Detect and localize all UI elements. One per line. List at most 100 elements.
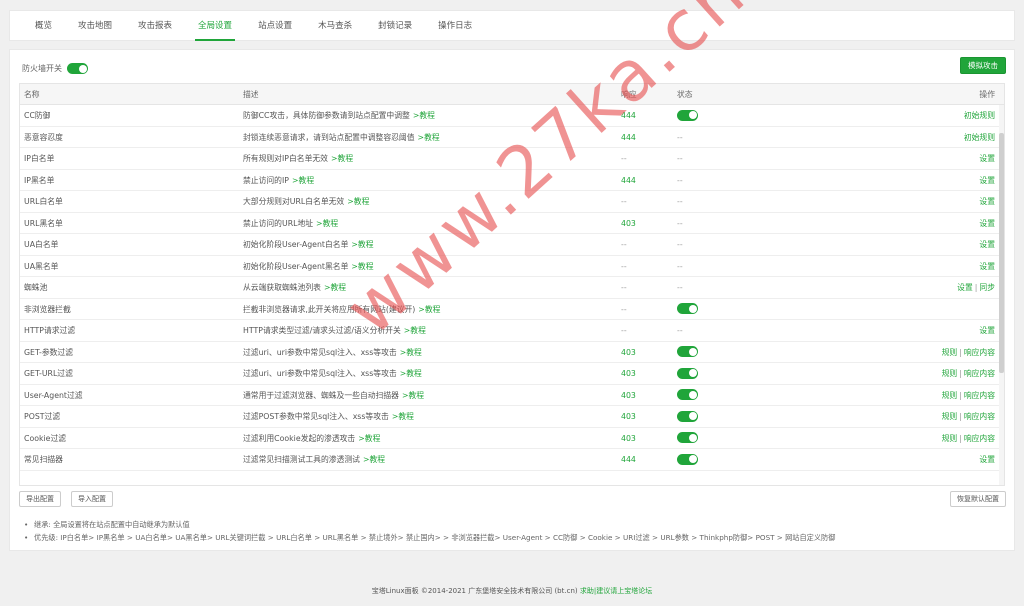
table-row: UA白名单 初始化阶段User-Agent白名单 >教程 -- -- 设置 — [20, 234, 1004, 256]
op-link[interactable]: 设置 — [979, 219, 995, 228]
rule-name: UA白名单 — [24, 240, 59, 249]
op-link[interactable]: 规则 — [942, 434, 958, 443]
status-toggle[interactable] — [677, 410, 698, 422]
tutorial-link[interactable]: >教程 — [402, 391, 424, 400]
status-cell: -- — [677, 148, 683, 169]
tutorial-link[interactable]: >教程 — [363, 455, 385, 464]
tutorial-link[interactable]: >教程 — [413, 111, 435, 120]
op-link[interactable]: 初始规则 — [964, 133, 995, 142]
status-toggle[interactable] — [677, 303, 698, 314]
op-link[interactable]: 响应内容 — [964, 391, 995, 400]
tab-0[interactable]: 概览 — [22, 11, 65, 40]
rule-name: HTTP请求过滤 — [24, 326, 76, 335]
op-link[interactable]: 规则 — [942, 412, 958, 421]
op-link[interactable]: 响应内容 — [964, 412, 995, 421]
restore-default-button[interactable]: 恢复默认配置 — [950, 491, 1006, 507]
rule-description: 拦截非浏览器请求,此开关将应用所有网站(建议开) — [243, 304, 416, 314]
tutorial-link[interactable]: >教程 — [347, 197, 369, 206]
response-code: 444 — [621, 111, 636, 120]
status-toggle[interactable] — [677, 367, 698, 379]
op-link[interactable]: 设置 — [979, 176, 995, 185]
op-link[interactable]: 规则 — [942, 369, 958, 378]
table-header: 名称 描述 响应 状态 操作 — [20, 84, 1004, 105]
op-link[interactable]: 设置 — [957, 283, 973, 292]
response-code: 403 — [621, 433, 636, 443]
op-link[interactable]: 设置 — [979, 455, 995, 464]
op-link[interactable]: 同步 — [979, 283, 995, 292]
tutorial-link[interactable]: >教程 — [404, 326, 426, 335]
tutorial-link[interactable]: >教程 — [418, 305, 440, 314]
tab-2[interactable]: 攻击报表 — [125, 11, 185, 40]
tutorial-link[interactable]: >教程 — [400, 369, 422, 378]
operation-cell: 设置 — [979, 170, 995, 191]
import-config-button[interactable]: 导入配置 — [71, 491, 113, 507]
tab-6[interactable]: 封锁记录 — [365, 11, 425, 40]
status-cell — [677, 363, 698, 384]
rule-name: POST过滤 — [24, 412, 61, 421]
operation-cell: 设置 — [979, 256, 995, 277]
op-separator: | — [959, 369, 962, 378]
tutorial-link[interactable]: >教程 — [324, 283, 346, 292]
tutorial-link[interactable]: >教程 — [418, 133, 440, 142]
op-link[interactable]: 规则 — [942, 348, 958, 357]
op-link[interactable]: 初始规则 — [964, 111, 995, 120]
table-scrollbar[interactable] — [999, 105, 1004, 485]
rule-description: HTTP请求类型过滤/请求头过滤/语义分析开关 — [243, 326, 401, 335]
rules-table: 名称 描述 响应 状态 操作 CC防御 防御CC攻击，具体防御参数请到站点配置中调… — [19, 83, 1005, 486]
tutorial-link[interactable]: >教程 — [292, 176, 314, 185]
rule-description: 过滤常见扫描测试工具的渗透测试 — [243, 455, 360, 464]
table-row: User-Agent过滤 通常用于过滤浏览器、蜘蛛及一些自动扫描器 >教程 403 规则… — [20, 385, 1004, 406]
tutorial-link[interactable]: >教程 — [400, 348, 422, 357]
scrollbar-thumb[interactable] — [999, 133, 1004, 373]
rule-name: 恶意容忍度 — [24, 132, 63, 142]
tutorial-link[interactable]: >教程 — [351, 262, 373, 271]
tutorial-link[interactable]: >教程 — [392, 412, 414, 421]
table-row: IP黑名单 禁止访问的IP >教程 444 -- 设置 — [20, 170, 1004, 191]
table-row: UA黑名单 初始化阶段User-Agent黑名单 >教程 -- -- 设置 — [20, 256, 1004, 277]
op-link[interactable]: 响应内容 — [964, 369, 995, 378]
tutorial-link[interactable]: >教程 — [351, 240, 373, 249]
operation-cell: 设置 — [979, 213, 995, 234]
operation-cell: 设置 — [979, 191, 995, 212]
footer-forum-link[interactable]: 求助|建议请上宝塔论坛 — [580, 587, 652, 595]
operation-cell: 设置 — [979, 234, 995, 255]
operation-cell: 设置 — [979, 449, 995, 470]
op-link[interactable]: 响应内容 — [964, 434, 995, 443]
firewall-toggle[interactable] — [67, 63, 88, 74]
tutorial-link[interactable]: >教程 — [358, 434, 380, 443]
tab-4[interactable]: 站点设置 — [245, 11, 305, 40]
table-row: POST过滤 过滤POST参数中常见sql注入、xss等攻击 >教程 403 规则 | 响应… — [20, 406, 1004, 428]
rule-description-cell: 过滤利用Cookie发起的渗透攻击 >教程 — [243, 428, 380, 449]
operation-cell: 设置 | 同步 — [957, 277, 995, 298]
op-link[interactable]: 设置 — [979, 154, 995, 163]
op-link[interactable]: 设置 — [979, 326, 995, 335]
tutorial-link[interactable]: >教程 — [331, 154, 353, 163]
response-code: -- — [621, 326, 627, 335]
simulate-attack-button[interactable]: 模拟攻击 — [960, 57, 1006, 74]
firewall-switch-row: 防火墙开关 — [22, 63, 88, 74]
tab-7[interactable]: 操作日志 — [425, 11, 485, 40]
tab-3[interactable]: 全局设置 — [185, 11, 245, 41]
response-code: 403 — [621, 390, 636, 400]
export-config-button[interactable]: 导出配置 — [19, 491, 61, 507]
tab-5[interactable]: 木马查杀 — [305, 11, 365, 40]
op-link[interactable]: 响应内容 — [964, 348, 995, 357]
header-operation: 操作 — [979, 90, 995, 99]
response-code: -- — [621, 304, 627, 314]
status-toggle[interactable] — [677, 346, 698, 357]
rule-description-cell: 初始化阶段User-Agent白名单 >教程 — [243, 234, 374, 255]
tab-1[interactable]: 攻击地图 — [65, 11, 125, 40]
status-toggle[interactable] — [677, 109, 698, 121]
op-link[interactable]: 设置 — [979, 262, 995, 271]
op-link[interactable]: 设置 — [979, 197, 995, 206]
status-cell: -- — [677, 170, 683, 191]
header-response: 响应 — [621, 90, 637, 99]
status-cell: -- — [677, 213, 683, 234]
op-link[interactable]: 设置 — [979, 240, 995, 249]
status-toggle[interactable] — [677, 389, 698, 400]
rule-description-cell: 过滤POST参数中常见sql注入、xss等攻击 >教程 — [243, 406, 414, 427]
tutorial-link[interactable]: >教程 — [316, 219, 338, 228]
status-toggle[interactable] — [677, 432, 698, 443]
op-link[interactable]: 规则 — [942, 391, 958, 400]
status-toggle[interactable] — [677, 453, 698, 465]
